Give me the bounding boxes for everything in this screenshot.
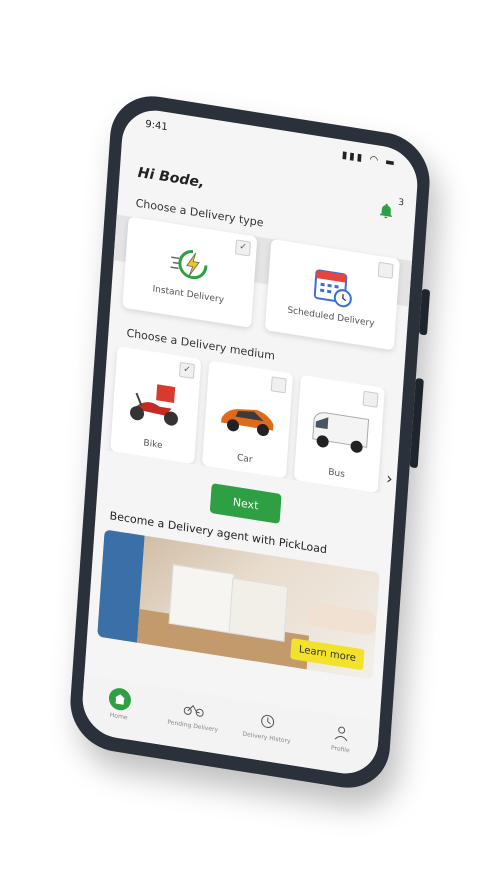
car-icon	[221, 409, 274, 437]
app-screen: 9:41 ▮▮▮ ◠ ▬ Hi Bode, 3 Choose a Deliver…	[80, 105, 420, 779]
bell-icon	[379, 203, 392, 219]
notification-count: 3	[397, 197, 405, 209]
scooter-icon	[130, 384, 178, 426]
volume-button	[418, 288, 431, 336]
calendar-clock-icon	[313, 269, 352, 308]
nav-delivery-history[interactable]: Delivery History	[231, 706, 303, 747]
nav-home-label: Home	[109, 711, 128, 722]
car-checkbox[interactable]	[270, 376, 287, 394]
car-label: Car	[236, 453, 253, 466]
banner-box	[228, 577, 289, 642]
bus-checkbox[interactable]	[362, 390, 379, 408]
bus-card[interactable]: Bus	[293, 374, 385, 494]
profile-icon	[331, 722, 352, 745]
bike-label: Bike	[143, 438, 163, 452]
lightning-clock-icon	[169, 249, 207, 280]
nav-pending-delivery[interactable]: Pending Delivery	[158, 694, 230, 735]
notification-bell[interactable]: 3	[377, 198, 404, 224]
scheduled-delivery-checkbox[interactable]	[377, 261, 394, 279]
nav-profile-label: Profile	[330, 744, 350, 755]
phone-mockup: 9:41 ▮▮▮ ◠ ▬ Hi Bode, 3 Choose a Deliver…	[67, 89, 433, 795]
nav-history-label: Delivery History	[242, 730, 291, 746]
van-icon	[312, 412, 370, 453]
instant-delivery-label: Instant Delivery	[152, 284, 225, 306]
banner-box	[168, 564, 235, 634]
instant-delivery-checkbox[interactable]: ✓	[234, 239, 251, 257]
bike-card[interactable]: ✓ Bike	[110, 345, 202, 465]
bike-icon	[183, 698, 204, 721]
home-icon	[108, 686, 132, 712]
nav-home[interactable]: Home	[84, 683, 156, 726]
history-icon	[257, 710, 278, 733]
nav-pending-label: Pending Delivery	[167, 718, 219, 734]
scheduled-delivery-label: Scheduled Delivery	[286, 305, 375, 330]
chevron-right-icon[interactable]: ›	[386, 469, 394, 489]
bike-checkbox[interactable]: ✓	[178, 361, 195, 380]
bus-label: Bus	[327, 467, 346, 480]
banner-person-arm	[305, 601, 378, 637]
car-card[interactable]: Car	[201, 360, 294, 479]
nav-profile[interactable]: Profile	[305, 718, 377, 759]
